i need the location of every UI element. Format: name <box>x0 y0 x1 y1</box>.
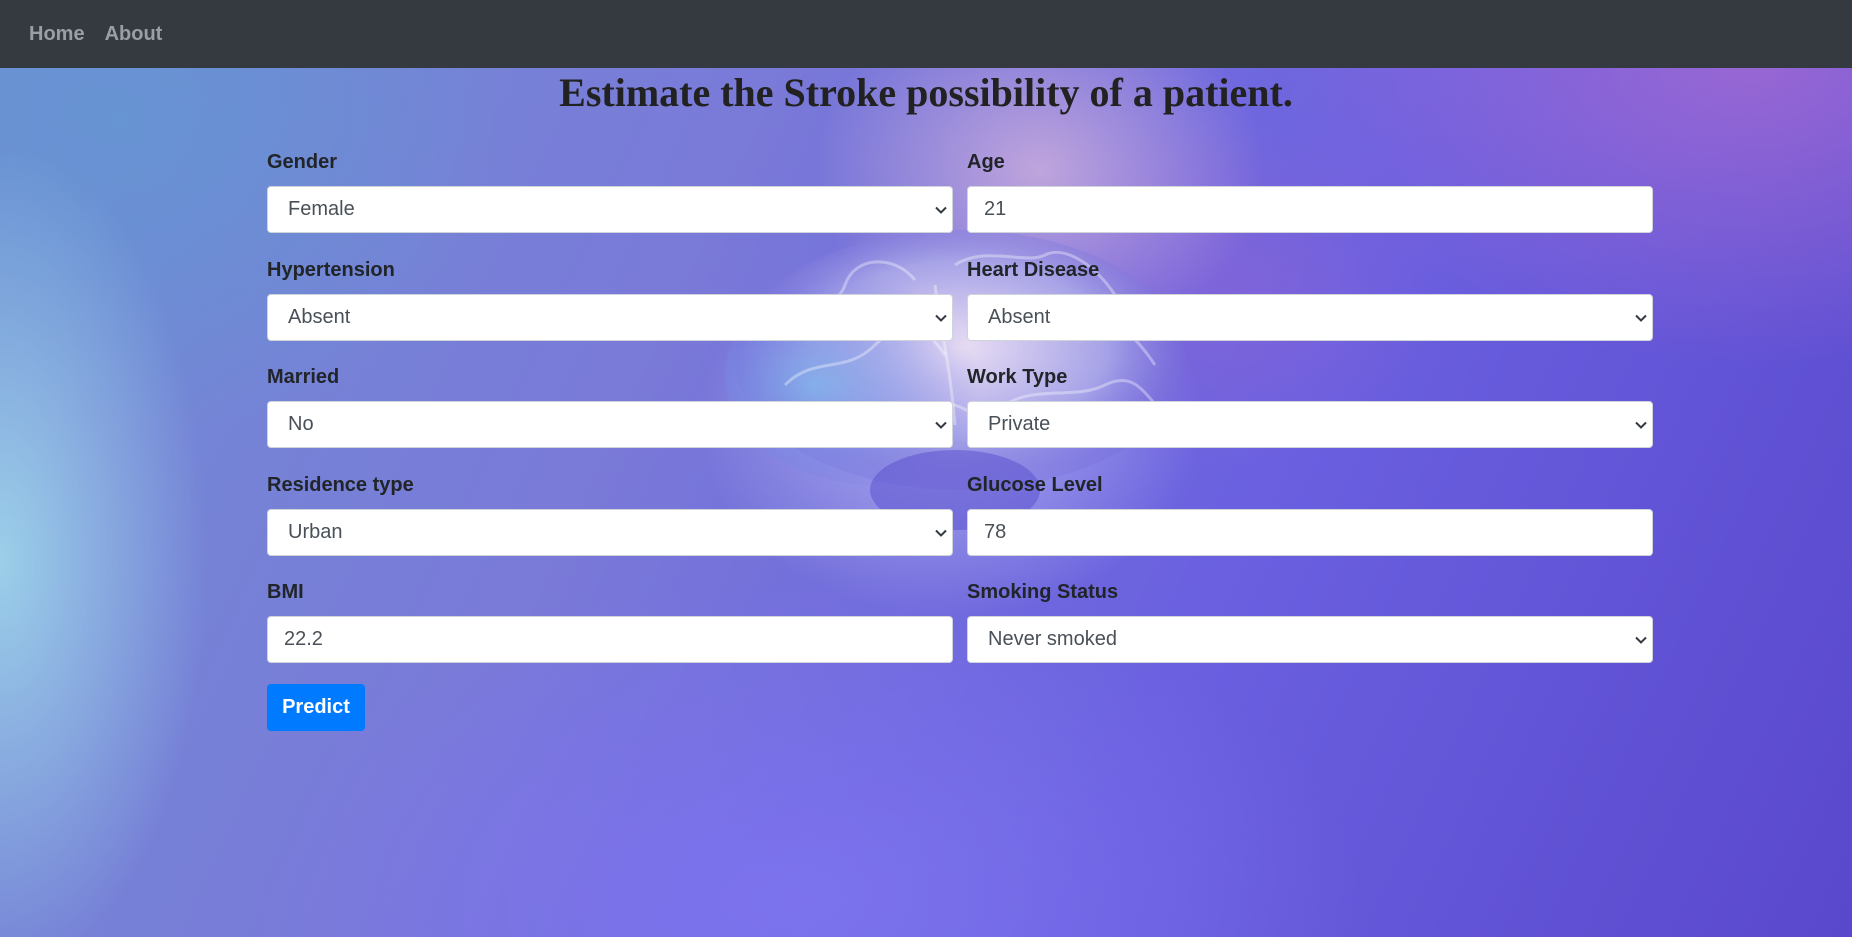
married-label: Married <box>267 366 340 388</box>
work-type-value: Private <box>988 413 1051 435</box>
glucose-level-label: Glucose Level <box>967 473 1103 496</box>
bmi-group: BMI 22.2 <box>267 578 953 686</box>
nav-home-link[interactable]: Home <box>29 23 85 46</box>
heart-disease-value: Absent <box>988 305 1051 328</box>
bmi-value: 22.2 <box>284 628 323 650</box>
chevron-down-icon <box>935 314 947 322</box>
gender-select[interactable]: Female <box>267 186 953 233</box>
glucose-level-input[interactable]: 78 <box>967 508 1653 556</box>
chevron-down-icon <box>1635 636 1647 644</box>
age-label: Age <box>967 151 1005 173</box>
gender-value: Female <box>288 198 355 220</box>
married-group: Married No <box>267 363 953 471</box>
form-row: Hypertension Absent Heart Disease Absent <box>267 256 1653 364</box>
smoking-status-label: Smoking Status <box>967 581 1119 603</box>
gender-group: Gender Female <box>267 148 953 256</box>
bmi-input[interactable]: 22.2 <box>267 616 953 663</box>
hypertension-select[interactable]: Absent <box>267 293 953 341</box>
hypertension-group: Hypertension Absent <box>267 256 953 364</box>
hypertension-label: Hypertension <box>267 258 395 281</box>
married-value: No <box>288 413 314 435</box>
residence-type-value: Urban <box>288 520 343 543</box>
age-value: 21 <box>984 198 1007 220</box>
chevron-down-icon <box>1635 421 1647 429</box>
married-select[interactable]: No <box>267 401 953 448</box>
residence-type-label: Residence type <box>267 473 414 496</box>
chevron-down-icon <box>1635 314 1647 322</box>
work-type-group: Work Type Private <box>967 363 1653 471</box>
smoking-status-value: Never smoked <box>988 628 1117 650</box>
glucose-level-value: 78 <box>984 520 1007 543</box>
navbar: Home About <box>0 0 1852 68</box>
form-row: BMI 22.2 Smoking Status Never smoked <box>267 578 1653 686</box>
form-row: Residence type Urban Glucose Level 78 <box>267 471 1653 579</box>
form-row: Married No Work Type Private <box>267 363 1653 471</box>
bmi-label: BMI <box>267 581 304 603</box>
stroke-form: Gender Female Age 21 Hypertension Absent… <box>267 148 1653 686</box>
form-row: Gender Female Age 21 <box>267 148 1653 256</box>
glucose-level-group: Glucose Level 78 <box>967 471 1653 579</box>
gender-label: Gender <box>267 151 338 173</box>
work-type-label: Work Type <box>967 366 1068 388</box>
residence-type-group: Residence type Urban <box>267 471 953 579</box>
work-type-select[interactable]: Private <box>967 401 1653 448</box>
predict-button[interactable]: Predict <box>267 684 365 731</box>
heart-disease-select[interactable]: Absent <box>967 293 1653 341</box>
residence-type-select[interactable]: Urban <box>267 508 953 556</box>
heart-disease-label: Heart Disease <box>967 258 1100 281</box>
smoking-status-group: Smoking Status Never smoked <box>967 578 1653 686</box>
nav-about-link[interactable]: About <box>105 23 163 46</box>
age-input[interactable]: 21 <box>967 186 1653 233</box>
page-title: Estimate the Stroke possibility of a pat… <box>559 70 1293 115</box>
hypertension-value: Absent <box>288 305 351 328</box>
smoking-status-select[interactable]: Never smoked <box>967 616 1653 663</box>
chevron-down-icon <box>935 206 947 214</box>
age-group: Age 21 <box>967 148 1653 256</box>
chevron-down-icon <box>935 421 947 429</box>
heart-disease-group: Heart Disease Absent <box>967 256 1653 364</box>
chevron-down-icon <box>935 529 947 537</box>
